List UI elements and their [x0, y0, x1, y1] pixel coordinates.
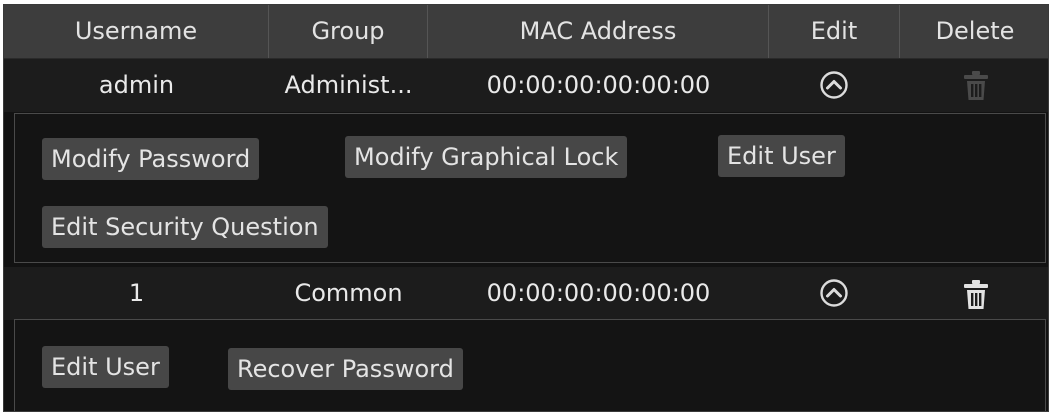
- mac-address-cell: 00:00:00:00:00:00: [486, 71, 711, 99]
- modify-password-button[interactable]: Modify Password: [42, 138, 260, 180]
- username-cell: 1: [128, 279, 145, 307]
- column-header-edit: Edit: [769, 5, 900, 58]
- username-cell: admin: [98, 71, 175, 99]
- chevron-up-circle-icon[interactable]: [819, 278, 849, 308]
- group-cell: Common: [294, 279, 403, 307]
- modify-graphical-lock-button[interactable]: Modify Graphical Lock: [345, 136, 628, 178]
- column-header-delete: Delete: [935, 17, 1015, 45]
- table-row[interactable]: 1 Common 00:00:00:00:00:00: [4, 267, 1048, 320]
- column-header-mac-address[interactable]: MAC Address: [428, 5, 769, 58]
- group-cell: Administ...: [284, 71, 413, 99]
- edit-user-button[interactable]: Edit User: [42, 346, 169, 388]
- column-header-group[interactable]: Group: [269, 5, 428, 58]
- admin-actions-panel: Modify Password Modify Graphical Lock Ed…: [14, 113, 1046, 263]
- user-table: Username Group MAC Address Edit Delete a…: [3, 4, 1049, 412]
- column-header-username[interactable]: Username: [4, 5, 269, 58]
- edit-user-button[interactable]: Edit User: [718, 135, 845, 177]
- table-row[interactable]: admin Administ... 00:00:00:00:00:00: [4, 59, 1048, 112]
- table-header: Username Group MAC Address Edit Delete: [4, 5, 1048, 59]
- user-1-actions-panel: Edit User Recover Password: [14, 319, 1046, 411]
- recover-password-button[interactable]: Recover Password: [228, 348, 463, 390]
- chevron-up-circle-icon[interactable]: [819, 70, 849, 100]
- mac-address-cell: 00:00:00:00:00:00: [486, 279, 711, 307]
- trash-icon[interactable]: [962, 279, 990, 311]
- trash-icon: [964, 71, 988, 100]
- edit-security-question-button[interactable]: Edit Security Question: [42, 206, 328, 248]
